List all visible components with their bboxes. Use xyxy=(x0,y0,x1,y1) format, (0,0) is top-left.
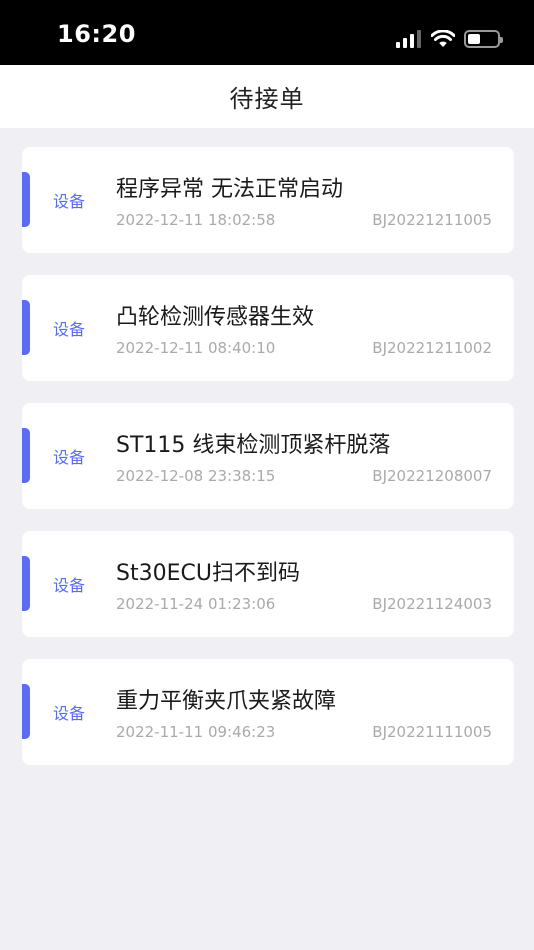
order-time: 2022-12-08 23:38:15 xyxy=(116,467,276,485)
order-title: ST115 线束检测顶紧杆脱落 xyxy=(116,433,391,458)
order-code: BJ20221211002 xyxy=(372,339,492,357)
order-time: 2022-11-11 09:46:23 xyxy=(116,723,276,741)
order-code: BJ20221124003 xyxy=(372,595,492,613)
order-title: 凸轮检测传感器生效 xyxy=(116,305,315,330)
status-time: 16:20 xyxy=(57,20,136,48)
order-title: 重力平衡夹爪夹紧故障 xyxy=(116,689,337,714)
order-card[interactable]: 设备 St30ECU扫不到码 2022-11-24 01:23:06 BJ202… xyxy=(22,531,514,637)
order-title: St30ECU扫不到码 xyxy=(116,561,300,586)
accent-bar xyxy=(22,172,30,227)
order-title: 程序异常 无法正常启动 xyxy=(116,177,343,202)
accent-bar xyxy=(22,300,30,355)
order-type-tag: 设备 xyxy=(52,192,85,211)
order-list: 设备 程序异常 无法正常启动 2022-12-11 18:02:58 BJ202… xyxy=(22,147,514,787)
order-time: 2022-11-24 01:23:06 xyxy=(116,595,276,613)
order-type-tag: 设备 xyxy=(52,320,85,339)
page-title: 待接单 xyxy=(229,85,305,113)
accent-bar xyxy=(22,556,30,611)
order-type-tag: 设备 xyxy=(52,576,85,595)
status-icons xyxy=(396,24,503,48)
order-time: 2022-12-11 18:02:58 xyxy=(116,211,276,229)
cellular-signal-icon xyxy=(396,30,421,48)
order-type-tag: 设备 xyxy=(52,448,85,467)
order-code: BJ20221208007 xyxy=(372,467,492,485)
order-time: 2022-12-11 08:40:10 xyxy=(116,339,276,357)
order-type-tag: 设备 xyxy=(52,704,85,723)
battery-icon xyxy=(464,30,503,48)
nav-bar: 待接单 xyxy=(0,65,534,128)
order-card[interactable]: 设备 重力平衡夹爪夹紧故障 2022-11-11 09:46:23 BJ2022… xyxy=(22,659,514,765)
order-card[interactable]: 设备 ST115 线束检测顶紧杆脱落 2022-12-08 23:38:15 B… xyxy=(22,403,514,509)
order-code: BJ20221211005 xyxy=(372,211,492,229)
order-card[interactable]: 设备 凸轮检测传感器生效 2022-12-11 08:40:10 BJ20221… xyxy=(22,275,514,381)
order-card[interactable]: 设备 程序异常 无法正常启动 2022-12-11 18:02:58 BJ202… xyxy=(22,147,514,253)
accent-bar xyxy=(22,428,30,483)
accent-bar xyxy=(22,684,30,739)
wifi-icon xyxy=(431,30,455,47)
order-code: BJ20221111005 xyxy=(372,723,492,741)
status-bar: 16:20 xyxy=(0,0,534,65)
